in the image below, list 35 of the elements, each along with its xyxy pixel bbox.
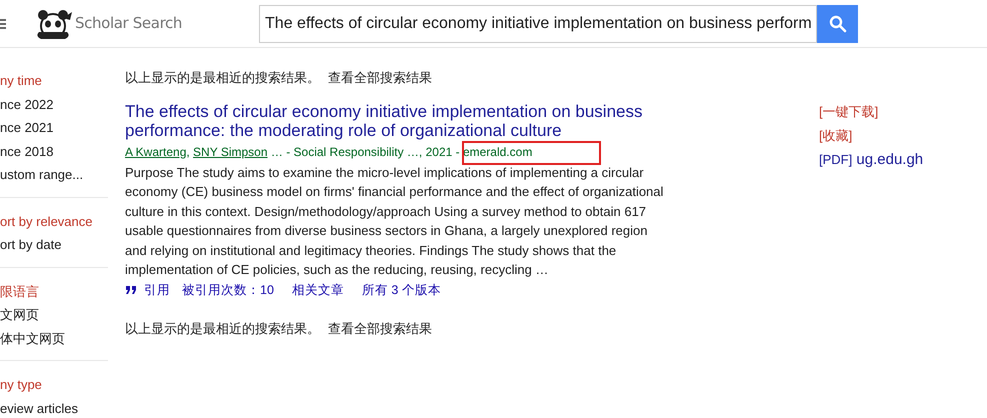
filter-link[interactable]: 体中文网页	[0, 326, 108, 350]
menu-icon[interactable]	[0, 18, 6, 30]
filter-link[interactable]: nce 2022	[0, 92, 108, 116]
view-all-link[interactable]: 查看全部搜索结果	[328, 319, 432, 339]
filter-link[interactable]: nce 2021	[0, 116, 108, 140]
search-field[interactable]: The effects of circular economy initiative implementation on business perform	[259, 4, 818, 42]
filter-link[interactable]: nce 2018	[0, 140, 108, 163]
filter-link[interactable]: 文网页	[0, 303, 108, 326]
filter-link[interactable]: 限语言	[0, 280, 108, 303]
search-button[interactable]	[817, 4, 858, 42]
filter-link[interactable]: ort by relevance	[0, 210, 108, 233]
author-link[interactable]: A Kwarteng	[125, 144, 186, 158]
filter-link[interactable]: ny time	[0, 69, 108, 92]
result-action-link[interactable]: 所有 3 个版本	[362, 280, 441, 300]
filter-link[interactable]: ny type	[0, 373, 108, 396]
author-separator: ,	[186, 144, 191, 158]
tool-link[interactable]: [一键下载]	[819, 100, 878, 124]
result-action-link[interactable]: 相关文章	[292, 280, 344, 300]
result-action-link[interactable]: 被引用次数：10	[182, 280, 274, 300]
result-source: … - Social Responsibility …, 2021 - emerald.com	[270, 144, 532, 158]
pdf-link[interactable]: [PDF] ug.edu.gh	[819, 148, 924, 172]
view-all-link[interactable]: 查看全部搜索结果	[328, 68, 432, 88]
author-link[interactable]: SNY Simpson	[193, 144, 268, 158]
logo-text: Scholar Search	[75, 13, 182, 34]
cite-link[interactable]: 引用	[144, 280, 170, 300]
result-title-link[interactable]: The effects of circular economy initiative implementation on business performance: the moderating role of organizational culture	[125, 102, 665, 140]
tool-link[interactable]: [收藏]	[819, 124, 852, 148]
quote-icon[interactable]	[125, 284, 138, 295]
filter-link[interactable]: ort by date	[0, 233, 108, 256]
notice-text: 以上显示的是最相近的搜索结果。	[125, 320, 320, 338]
result-snippet: Purpose The study aims to examine the micro-level implications of implementing a circular economy (CE) business model on firms' financial performance and the effect of organizational culture in this context. Design/methodology/approach Using a survey method to obtain 617 usable questionnaires from diverse business sectors in Ghana, a largely unexplored region and relying on institutional and legitimacy theories. Findings The study shows that the implementation of CE policies, such as the reducing, reusing, recycling …	[125, 164, 664, 279]
filter-link[interactable]: ustom range...	[0, 163, 108, 186]
filter-link[interactable]: eview articles	[0, 396, 108, 418]
notice-text: 以上显示的是最相近的搜索结果。	[125, 69, 320, 87]
search-icon	[828, 14, 847, 32]
